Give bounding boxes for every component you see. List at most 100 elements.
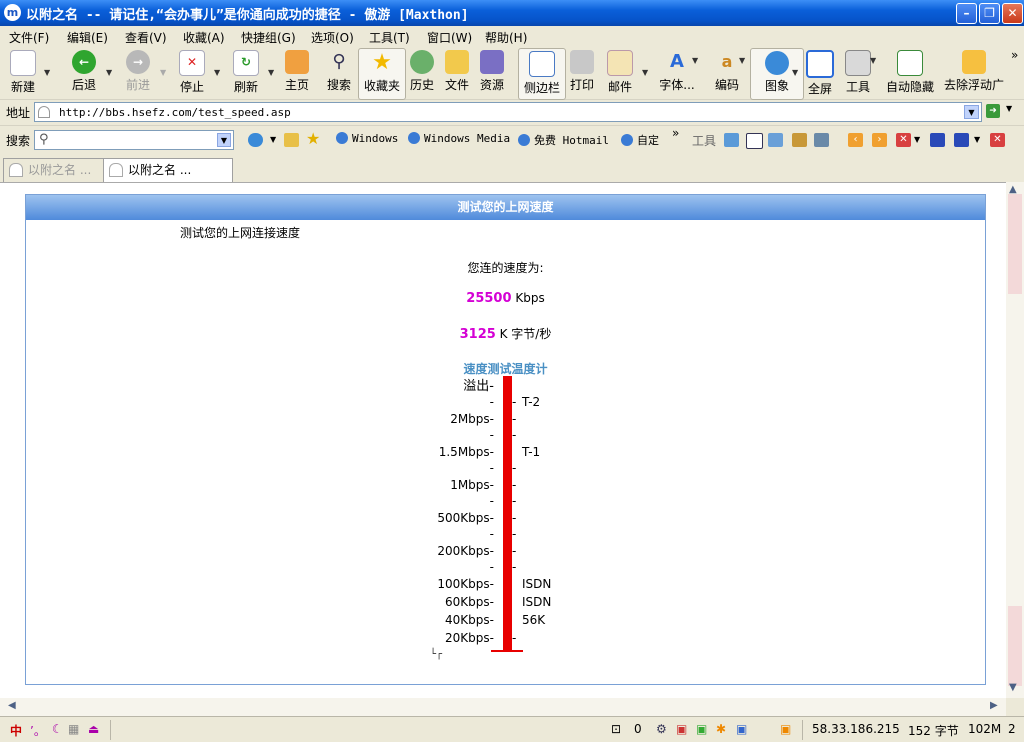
restore-button[interactable]: ❐ <box>979 3 1000 24</box>
files-button[interactable]: 文件 <box>442 48 472 98</box>
highlight-icon[interactable] <box>284 133 299 147</box>
tool-icon-4[interactable] <box>792 133 807 147</box>
close-button[interactable]: ✕ <box>1002 3 1023 24</box>
ie-icon <box>336 132 348 144</box>
resources-button[interactable]: 资源 <box>477 48 507 98</box>
ime-indicator[interactable]: 中 <box>10 722 22 739</box>
remove-float-ads-button[interactable]: 去除浮动广 <box>942 48 1006 98</box>
restore-tab-icon[interactable] <box>954 133 969 147</box>
chevron-down-icon[interactable]: ▼ <box>106 68 112 77</box>
back-button[interactable]: ← 后退 <box>66 48 102 98</box>
menu-options[interactable]: 选项(O) <box>311 29 354 46</box>
tool-icon-5[interactable] <box>814 133 829 147</box>
gauge-level-40kbps: 40Kbps- <box>445 613 494 627</box>
chevron-down-icon[interactable]: ▼ <box>974 135 980 144</box>
status-icon-4[interactable]: ✱ <box>716 722 726 736</box>
vertical-scrollbar[interactable]: ▲ ▼ <box>1006 182 1024 698</box>
star-icon[interactable]: ★ <box>306 129 320 148</box>
menu-window[interactable]: 窗口(W) <box>427 29 472 46</box>
stop-button[interactable]: ✕ 停止 <box>176 48 208 98</box>
minimize-tab-icon[interactable] <box>930 133 945 147</box>
toolbar: 新建 ▼ ← 后退 ▼ → 前进 ▼ ✕ 停止 ▼ ↻ 刷新 ▼ 主页 ⚲ 搜索… <box>0 46 1024 100</box>
encoding-button[interactable]: a 编码 <box>712 48 742 98</box>
ime-moon-icon[interactable]: ☾ <box>52 722 63 736</box>
mail-button[interactable]: 邮件 <box>605 48 635 98</box>
menu-file[interactable]: 文件(F) <box>9 29 49 46</box>
sidebar-icon <box>529 51 555 77</box>
toolbar-overflow[interactable]: » <box>1011 48 1018 62</box>
chevron-down-icon[interactable]: ▼ <box>642 68 648 77</box>
links-overflow[interactable]: » <box>672 126 679 140</box>
fullscreen-button[interactable]: 全屏 <box>805 48 835 98</box>
ime-menu-icon[interactable]: ⏏ <box>88 722 99 736</box>
menu-view[interactable]: 查看(V) <box>125 29 167 46</box>
chevron-down-icon[interactable]: ▼ <box>160 68 166 77</box>
chevron-down-icon[interactable]: ▼ <box>964 105 979 119</box>
address-field[interactable]: ▼ <box>34 102 982 122</box>
link-windows-media[interactable]: Windows Media <box>408 132 510 145</box>
horizontal-scrollbar[interactable]: ◀ ▶ <box>0 698 1006 716</box>
menu-groups[interactable]: 快捷组(G) <box>241 29 296 46</box>
status-icon-6[interactable]: ▣ <box>780 722 791 736</box>
link-windows[interactable]: Windows <box>336 132 398 145</box>
chevron-down-icon[interactable]: ▼ <box>270 135 276 144</box>
kbytes-unit: K 字节/秒 <box>495 327 552 341</box>
prev-tab-icon[interactable]: ‹ <box>848 133 863 147</box>
menu-tools[interactable]: 工具(T) <box>369 29 410 46</box>
ime-punct-icon[interactable]: ’。 <box>30 722 46 739</box>
sidebar-button[interactable]: 侧边栏 <box>518 48 566 100</box>
chevron-down-icon[interactable]: ▼ <box>217 133 231 147</box>
go-arrow-icon[interactable]: ➜ <box>986 104 1000 118</box>
print-button[interactable]: 打印 <box>567 48 597 98</box>
link-custom[interactable]: 自定 <box>621 132 659 148</box>
star-icon: ★ <box>372 50 392 75</box>
chevron-down-icon[interactable]: ▼ <box>268 68 274 77</box>
close-all-icon[interactable]: ✕ <box>990 133 1005 147</box>
link-hotmail[interactable]: 免费 Hotmail <box>518 132 609 148</box>
scroll-left-icon[interactable]: ◀ <box>8 700 16 711</box>
close-tab-icon[interactable]: ✕ <box>896 133 911 147</box>
favorites-button[interactable]: ★ 收藏夹 <box>358 48 406 100</box>
status-icon-1[interactable]: ⚙ <box>656 722 667 736</box>
forward-button[interactable]: → 前进 <box>120 48 156 98</box>
chevron-down-icon[interactable]: ▼ <box>792 68 798 77</box>
history-button[interactable]: 历史 <box>408 48 436 98</box>
new-button[interactable]: 新建 <box>6 48 40 98</box>
menu-help[interactable]: 帮助(H) <box>485 29 527 46</box>
scroll-right-icon[interactable]: ▶ <box>990 700 998 711</box>
tool-icon-2[interactable] <box>746 133 763 149</box>
tools-button[interactable]: 工具 <box>843 48 873 98</box>
chevron-down-icon[interactable]: ▼ <box>870 56 876 65</box>
chevron-down-icon[interactable]: ▼ <box>692 56 698 65</box>
chevron-down-icon[interactable]: ▼ <box>739 56 745 65</box>
restore-icon: ❐ <box>984 6 995 20</box>
chevron-down-icon[interactable]: ▼ <box>44 68 50 77</box>
menu-favorites[interactable]: 收藏(A) <box>183 29 225 46</box>
chevron-down-icon[interactable]: ▼ <box>214 68 220 77</box>
tool-icon-3[interactable] <box>768 133 783 147</box>
status-icon-3[interactable]: ▣ <box>696 722 707 736</box>
search-button[interactable]: ⚲ 搜索 <box>324 48 354 98</box>
popup-blocker-icon[interactable]: ⊡ <box>611 722 621 736</box>
status-icon-5[interactable]: ▣ <box>736 722 747 736</box>
minimize-button[interactable]: – <box>956 3 977 24</box>
panel-header: 测试您的上网速度 <box>26 195 985 220</box>
autohide-button[interactable]: 自动隐藏 <box>884 48 936 98</box>
menu-edit[interactable]: 编辑(E) <box>67 29 108 46</box>
keyboard-icon[interactable]: ▦ <box>68 722 79 736</box>
status-icon-2[interactable]: ▣ <box>676 722 687 736</box>
chevron-down-icon[interactable]: ▼ <box>914 135 920 144</box>
search-field[interactable]: ⚲ ▼ <box>34 130 234 150</box>
address-input[interactable] <box>57 105 961 120</box>
chevron-down-icon[interactable]: ▼ <box>1006 104 1012 113</box>
globe-icon[interactable] <box>248 133 263 147</box>
next-tab-icon[interactable]: › <box>872 133 887 147</box>
gauge-title-row: 速度测试温度计 <box>26 360 985 377</box>
refresh-button[interactable]: ↻ 刷新 <box>230 48 262 98</box>
gauge-base <box>491 650 523 652</box>
app-icon[interactable]: m <box>4 4 21 21</box>
scroll-down-icon[interactable]: ▼ <box>1009 682 1017 693</box>
scroll-thumb[interactable] <box>1008 194 1022 294</box>
home-button[interactable]: 主页 <box>282 48 312 98</box>
tool-icon-1[interactable] <box>724 133 739 147</box>
